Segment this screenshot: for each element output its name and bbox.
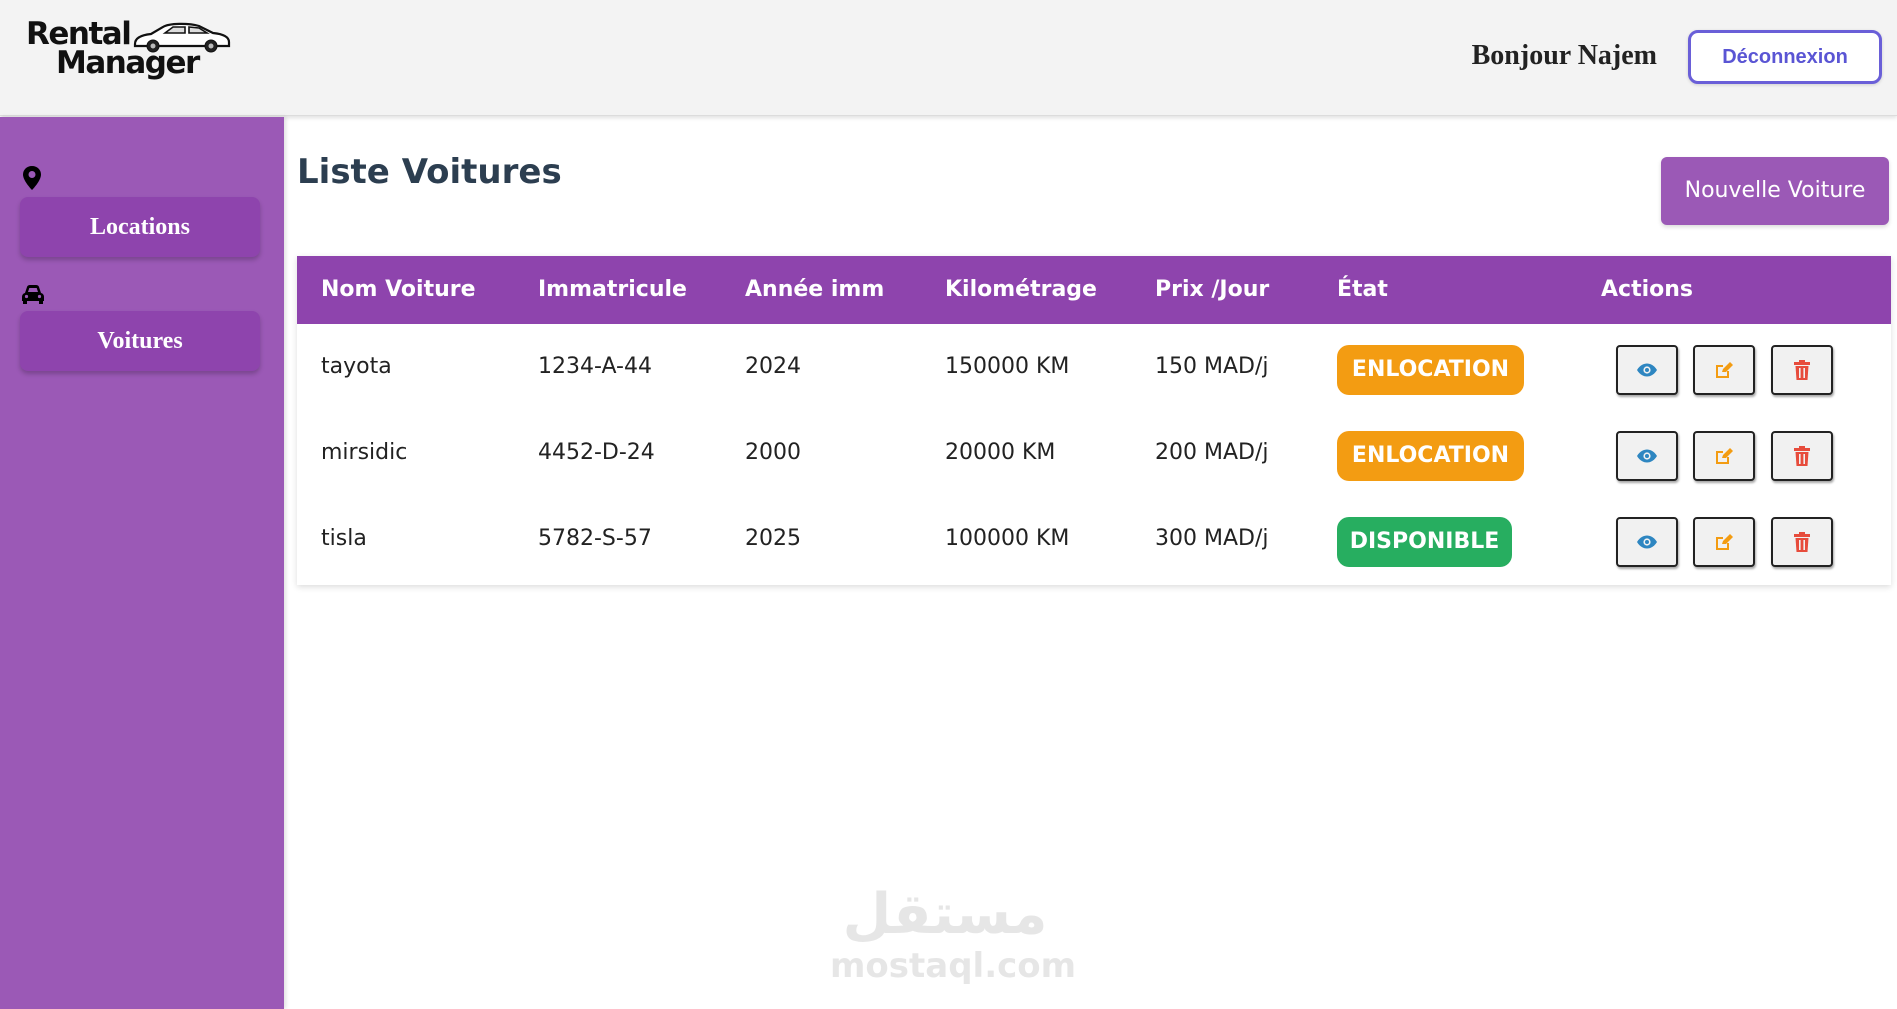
trash-icon	[1794, 532, 1810, 552]
cell-prix: 300 MAD/j	[1155, 526, 1269, 551]
cell-immatricule: 1234-A-44	[538, 354, 652, 379]
delete-button[interactable]	[1771, 517, 1833, 567]
table-row: tisla 5782-S-57 2025 100000 KM 300 MAD/j…	[297, 496, 1891, 582]
eye-icon	[1637, 535, 1657, 549]
trash-icon	[1794, 360, 1810, 380]
rental-manager-logo[interactable]: Rental Manager	[26, 19, 231, 90]
sidebar-item-voitures[interactable]: Voitures	[20, 311, 260, 371]
table-row: mirsidic 4452-D-24 2000 20000 KM 200 MAD…	[297, 410, 1891, 496]
cell-nom: mirsidic	[321, 440, 408, 465]
column-header[interactable]: Kilométrage	[945, 256, 1097, 324]
cell-prix: 200 MAD/j	[1155, 440, 1269, 465]
cell-kilometrage: 150000 KM	[945, 354, 1070, 379]
cell-nom: tisla	[321, 526, 367, 551]
map-marker-icon	[23, 166, 41, 190]
eye-icon	[1637, 449, 1657, 463]
table-header: Nom Voiture Immatricule Année imm Kilomé…	[297, 256, 1891, 324]
table-row: tayota 1234-A-44 2024 150000 KM 150 MAD/…	[297, 324, 1891, 410]
cell-nom: tayota	[321, 354, 392, 379]
status-badge: ENLOCATION	[1337, 431, 1524, 481]
column-header[interactable]: Année imm	[745, 256, 884, 324]
status-badge: DISPONIBLE	[1337, 517, 1512, 567]
cars-table: Nom Voiture Immatricule Année imm Kilomé…	[297, 256, 1891, 585]
view-button[interactable]	[1616, 431, 1678, 481]
page-title: Liste Voitures	[297, 152, 562, 192]
cell-kilometrage: 20000 KM	[945, 440, 1056, 465]
top-header: Rental Manager Bonjour Najem Déconnexion	[0, 0, 1897, 116]
cell-immatricule: 5782-S-57	[538, 526, 652, 551]
edit-button[interactable]	[1693, 345, 1755, 395]
edit-button[interactable]	[1693, 517, 1755, 567]
watermark-latin: mostaql.com	[830, 946, 1077, 986]
edit-icon	[1716, 534, 1733, 550]
view-button[interactable]	[1616, 345, 1678, 395]
cell-annee: 2024	[745, 354, 801, 379]
eye-icon	[1637, 363, 1657, 377]
cell-kilometrage: 100000 KM	[945, 526, 1070, 551]
logout-button[interactable]: Déconnexion	[1688, 30, 1882, 84]
car-logo-icon	[133, 22, 231, 53]
column-header[interactable]: Nom Voiture	[321, 256, 476, 324]
greeting-text: Bonjour Najem	[1471, 40, 1657, 71]
cell-prix: 150 MAD/j	[1155, 354, 1269, 379]
sidebar: Locations Voitures	[0, 117, 284, 1009]
new-car-button[interactable]: Nouvelle Voiture	[1661, 157, 1889, 225]
column-header[interactable]: Prix /Jour	[1155, 256, 1269, 324]
sidebar-item-locations[interactable]: Locations	[20, 197, 260, 257]
edit-button[interactable]	[1693, 431, 1755, 481]
edit-icon	[1716, 362, 1733, 378]
trash-icon	[1794, 446, 1810, 466]
column-header[interactable]: État	[1337, 256, 1388, 324]
cell-annee: 2000	[745, 440, 801, 465]
delete-button[interactable]	[1771, 431, 1833, 481]
car-icon	[22, 285, 44, 304]
delete-button[interactable]	[1771, 345, 1833, 395]
status-badge: ENLOCATION	[1337, 345, 1524, 395]
view-button[interactable]	[1616, 517, 1678, 567]
column-header: Actions	[1601, 277, 1693, 302]
edit-icon	[1716, 448, 1733, 464]
cell-annee: 2025	[745, 526, 801, 551]
cell-immatricule: 4452-D-24	[538, 440, 655, 465]
column-header[interactable]: Immatricule	[538, 256, 687, 324]
mostaql-watermark: مستقل mostaql.com	[830, 880, 1077, 990]
watermark-arabic: مستقل	[842, 882, 1048, 947]
